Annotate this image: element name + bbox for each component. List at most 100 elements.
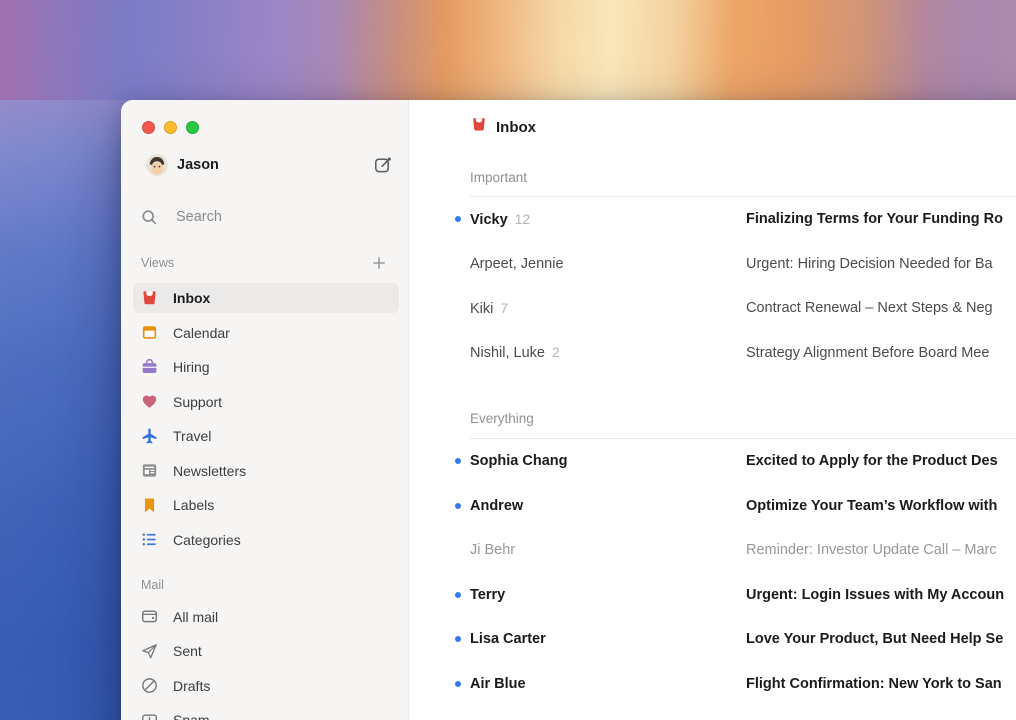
email-subject: Excited to Apply for the Product Des bbox=[746, 453, 998, 469]
email-row[interactable]: Johnny Appleby The Power of ‘No’: Saying… bbox=[455, 706, 1016, 720]
email-row[interactable]: Arpeet, Jennie Urgent: Hiring Decision N… bbox=[455, 242, 1016, 287]
briefcase-icon bbox=[139, 357, 159, 377]
sidebar-item-hiring[interactable]: Hiring bbox=[133, 352, 399, 382]
mail-list: All mail Sent bbox=[133, 602, 399, 720]
wallpaper-top bbox=[0, 0, 1016, 101]
views-list: Inbox Calendar bbox=[133, 283, 399, 555]
sidebar-item-travel[interactable]: Travel bbox=[133, 421, 399, 451]
sidebar-item-label: Sent bbox=[173, 643, 202, 659]
main-header: Inbox bbox=[470, 115, 1016, 139]
sender-name: Air Blue bbox=[470, 676, 526, 692]
close-button[interactable] bbox=[142, 121, 155, 134]
sidebar-item-inbox[interactable]: Inbox bbox=[133, 283, 399, 313]
sender-name: Lisa Carter bbox=[470, 631, 546, 647]
sidebar-item-label: Calendar bbox=[173, 325, 230, 341]
mail-section-header: Mail bbox=[141, 576, 388, 594]
search-input[interactable]: Search bbox=[139, 205, 394, 229]
email-list-pane: Inbox Important Vicky 12 Finalizing Terms… bbox=[409, 100, 1016, 720]
inbox-header-icon bbox=[470, 116, 488, 139]
email-subject: Love Your Product, But Need Help Se bbox=[746, 631, 1003, 647]
unread-dot bbox=[455, 458, 461, 464]
sidebar-item-label: Drafts bbox=[173, 678, 210, 694]
window-controls bbox=[142, 120, 408, 134]
sender-name: Sophia Chang bbox=[470, 453, 567, 469]
sidebar-item-all-mail[interactable]: All mail bbox=[133, 602, 399, 632]
profile-row: Jason bbox=[146, 154, 394, 176]
email-row[interactable]: Terry Urgent: Login Issues with My Accou… bbox=[455, 573, 1016, 618]
compose-pencil-icon bbox=[373, 155, 393, 175]
email-row[interactable]: Kiki 7 Contract Renewal – Next Steps & Ne… bbox=[455, 286, 1016, 331]
newspaper-icon bbox=[139, 461, 159, 481]
inbox-icon bbox=[139, 288, 159, 308]
email-subject: Contract Renewal – Next Steps & Neg bbox=[746, 300, 993, 316]
email-row[interactable]: Nishil, Luke 2 Strategy Alignment Before … bbox=[455, 331, 1016, 376]
sidebar-item-label: Travel bbox=[173, 428, 211, 444]
email-subject: Finalizing Terms for Your Funding Ro bbox=[746, 211, 1003, 227]
section-important: Important Vicky 12 Finalizing Terms for Y… bbox=[470, 169, 1016, 375]
sidebar-item-support[interactable]: Support bbox=[133, 387, 399, 417]
mail-tray-icon bbox=[139, 607, 159, 627]
sidebar-item-newsletters[interactable]: Newsletters bbox=[133, 456, 399, 486]
sidebar-item-label: Newsletters bbox=[173, 463, 246, 479]
plus-icon bbox=[371, 255, 387, 271]
email-subject: Flight Confirmation: New York to San bbox=[746, 676, 1002, 692]
search-icon bbox=[139, 207, 159, 227]
unread-dot bbox=[455, 681, 461, 687]
sidebar: Jason Search bbox=[121, 100, 409, 720]
section-header: Important bbox=[470, 169, 1016, 187]
sidebar-item-label: Spam bbox=[173, 712, 210, 720]
page-title: Inbox bbox=[496, 119, 536, 136]
airplane-icon bbox=[139, 426, 159, 446]
email-subject: Urgent: Hiring Decision Needed for Ba bbox=[746, 256, 993, 272]
user-name: Jason bbox=[177, 157, 219, 173]
zoom-button[interactable] bbox=[186, 121, 199, 134]
sender-name: Andrew bbox=[470, 498, 523, 514]
sender-name: Vicky bbox=[470, 212, 508, 228]
section-header: Everything bbox=[470, 410, 1016, 428]
email-row[interactable]: Ji Behr Reminder: Investor Update Call –… bbox=[455, 528, 1016, 573]
add-view-button[interactable] bbox=[370, 254, 388, 272]
sidebar-item-label: Labels bbox=[173, 497, 214, 513]
bookmark-icon bbox=[139, 495, 159, 515]
sender-name: Kiki bbox=[470, 301, 493, 317]
sidebar-item-label: Inbox bbox=[173, 290, 210, 306]
email-row[interactable]: Lisa Carter Love Your Product, But Need … bbox=[455, 617, 1016, 662]
email-row[interactable]: Sophia Chang Excited to Apply for the Pr… bbox=[455, 439, 1016, 484]
sidebar-item-sent[interactable]: Sent bbox=[133, 636, 399, 666]
paper-plane-icon bbox=[139, 641, 159, 661]
email-row[interactable]: Air Blue Flight Confirmation: New York t… bbox=[455, 662, 1016, 707]
search-label: Search bbox=[176, 209, 222, 225]
sender-name: Terry bbox=[470, 587, 505, 603]
avatar[interactable] bbox=[146, 154, 168, 176]
email-subject: Urgent: Login Issues with My Accoun bbox=[746, 587, 1004, 603]
views-section-label: Views bbox=[141, 256, 174, 270]
unread-dot bbox=[455, 592, 461, 598]
sidebar-item-categories[interactable]: Categories bbox=[133, 525, 399, 555]
sidebar-item-spam[interactable]: Spam bbox=[133, 705, 399, 720]
section-everything: Everything Sophia Chang Excited to Apply… bbox=[470, 410, 1016, 720]
sidebar-item-drafts[interactable]: Drafts bbox=[133, 671, 399, 701]
minimize-button[interactable] bbox=[164, 121, 177, 134]
calendar-icon bbox=[139, 323, 159, 343]
email-subject: Optimize Your Team’s Workflow with bbox=[746, 498, 997, 514]
email-subject: Strategy Alignment Before Board Mee bbox=[746, 345, 989, 361]
thread-count: 12 bbox=[515, 211, 531, 227]
thread-count: 7 bbox=[500, 300, 508, 316]
list-bullets-icon bbox=[139, 530, 159, 550]
sidebar-item-calendar[interactable]: Calendar bbox=[133, 318, 399, 348]
views-section-header: Views bbox=[141, 254, 388, 272]
thread-count: 2 bbox=[552, 344, 560, 360]
email-subject: Reminder: Investor Update Call – Marc bbox=[746, 542, 997, 558]
email-row[interactable]: Andrew Optimize Your Team’s Workflow wit… bbox=[455, 484, 1016, 529]
sender-name: Nishil, Luke bbox=[470, 345, 545, 361]
spam-box-icon bbox=[139, 710, 159, 720]
mail-section-label: Mail bbox=[141, 578, 164, 592]
heart-icon bbox=[139, 392, 159, 412]
compose-button[interactable] bbox=[372, 154, 394, 176]
sidebar-item-label: Categories bbox=[173, 532, 241, 548]
sidebar-item-label: Hiring bbox=[173, 359, 210, 375]
pencil-circle-icon bbox=[139, 676, 159, 696]
mail-app-window: Jason Search bbox=[121, 100, 1016, 720]
email-row[interactable]: Vicky 12 Finalizing Terms for Your Fundin… bbox=[455, 197, 1016, 242]
sidebar-item-labels[interactable]: Labels bbox=[133, 490, 399, 520]
